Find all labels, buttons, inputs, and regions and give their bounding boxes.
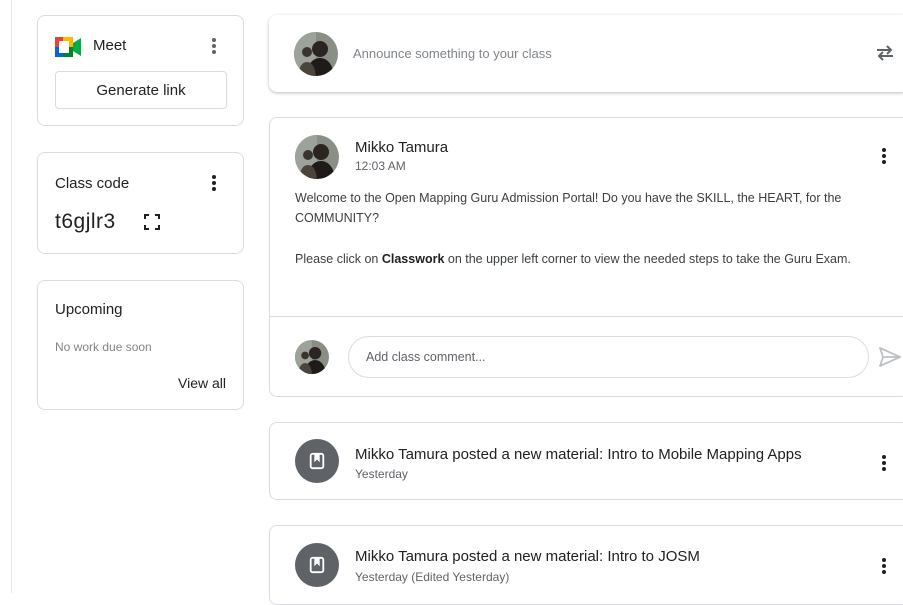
post-more-icon[interactable]: [872, 144, 896, 168]
class-code-value: t6gjlr3: [55, 210, 116, 233]
view-all-link[interactable]: View all: [178, 375, 226, 391]
class-code-more-icon[interactable]: [202, 171, 226, 195]
author-avatar: [295, 135, 339, 179]
announce-input[interactable]: Announce something to your class: [353, 46, 552, 61]
user-avatar: [294, 32, 338, 76]
fullscreen-icon[interactable]: [143, 213, 161, 231]
upcoming-empty-text: No work due soon: [55, 340, 152, 354]
comment-divider: [270, 316, 903, 317]
meet-card: Meet Generate link: [37, 15, 244, 126]
material-time: Yesterday (Edited Yesterday): [355, 570, 510, 584]
meet-title: Meet: [93, 37, 127, 54]
meet-icon: [55, 37, 81, 57]
post-body-paragraph-1: Welcome to the Open Mapping Guru Admissi…: [295, 191, 842, 225]
material-time: Yesterday: [355, 467, 408, 481]
post-body-text-post: on the upper left corner to view the nee…: [444, 252, 851, 266]
material-card[interactable]: Mikko Tamura posted a new material: Intr…: [269, 525, 903, 605]
material-more-icon[interactable]: [872, 554, 896, 578]
post-body-text-pre: Please click on: [295, 252, 382, 266]
meet-more-icon[interactable]: [202, 34, 226, 58]
generate-link-label: Generate link: [96, 81, 186, 99]
generate-link-button[interactable]: Generate link: [55, 71, 227, 109]
material-card[interactable]: Mikko Tamura posted a new material: Intr…: [269, 422, 903, 500]
post-card: Mikko Tamura 12:03 AM Welcome to the Ope…: [269, 117, 903, 397]
send-icon[interactable]: [878, 346, 902, 368]
material-title[interactable]: Mikko Tamura posted a new material: Intr…: [355, 446, 802, 463]
upcoming-title: Upcoming: [55, 301, 123, 318]
comment-input[interactable]: Add class comment...: [348, 336, 869, 378]
post-time: 12:03 AM: [355, 159, 406, 173]
class-code-card: Class code t6gjlr3: [37, 152, 244, 254]
upcoming-card: Upcoming No work due soon View all: [37, 280, 244, 410]
left-divider: [11, 0, 12, 593]
class-code-label: Class code: [55, 175, 130, 192]
material-title[interactable]: Mikko Tamura posted a new material: Intr…: [355, 548, 700, 565]
classwork-emphasis: Classwork: [381, 252, 445, 266]
repost-icon[interactable]: [873, 41, 897, 65]
material-more-icon[interactable]: [872, 451, 896, 475]
announce-card[interactable]: Announce something to your class: [269, 15, 903, 92]
post-author[interactable]: Mikko Tamura: [355, 139, 448, 156]
comment-placeholder: Add class comment...: [366, 350, 486, 364]
post-body-paragraph-2: Please click on Classwork on the upper l…: [295, 249, 875, 269]
commenter-avatar: [295, 340, 329, 374]
material-icon: [295, 543, 339, 587]
material-icon: [295, 439, 339, 483]
